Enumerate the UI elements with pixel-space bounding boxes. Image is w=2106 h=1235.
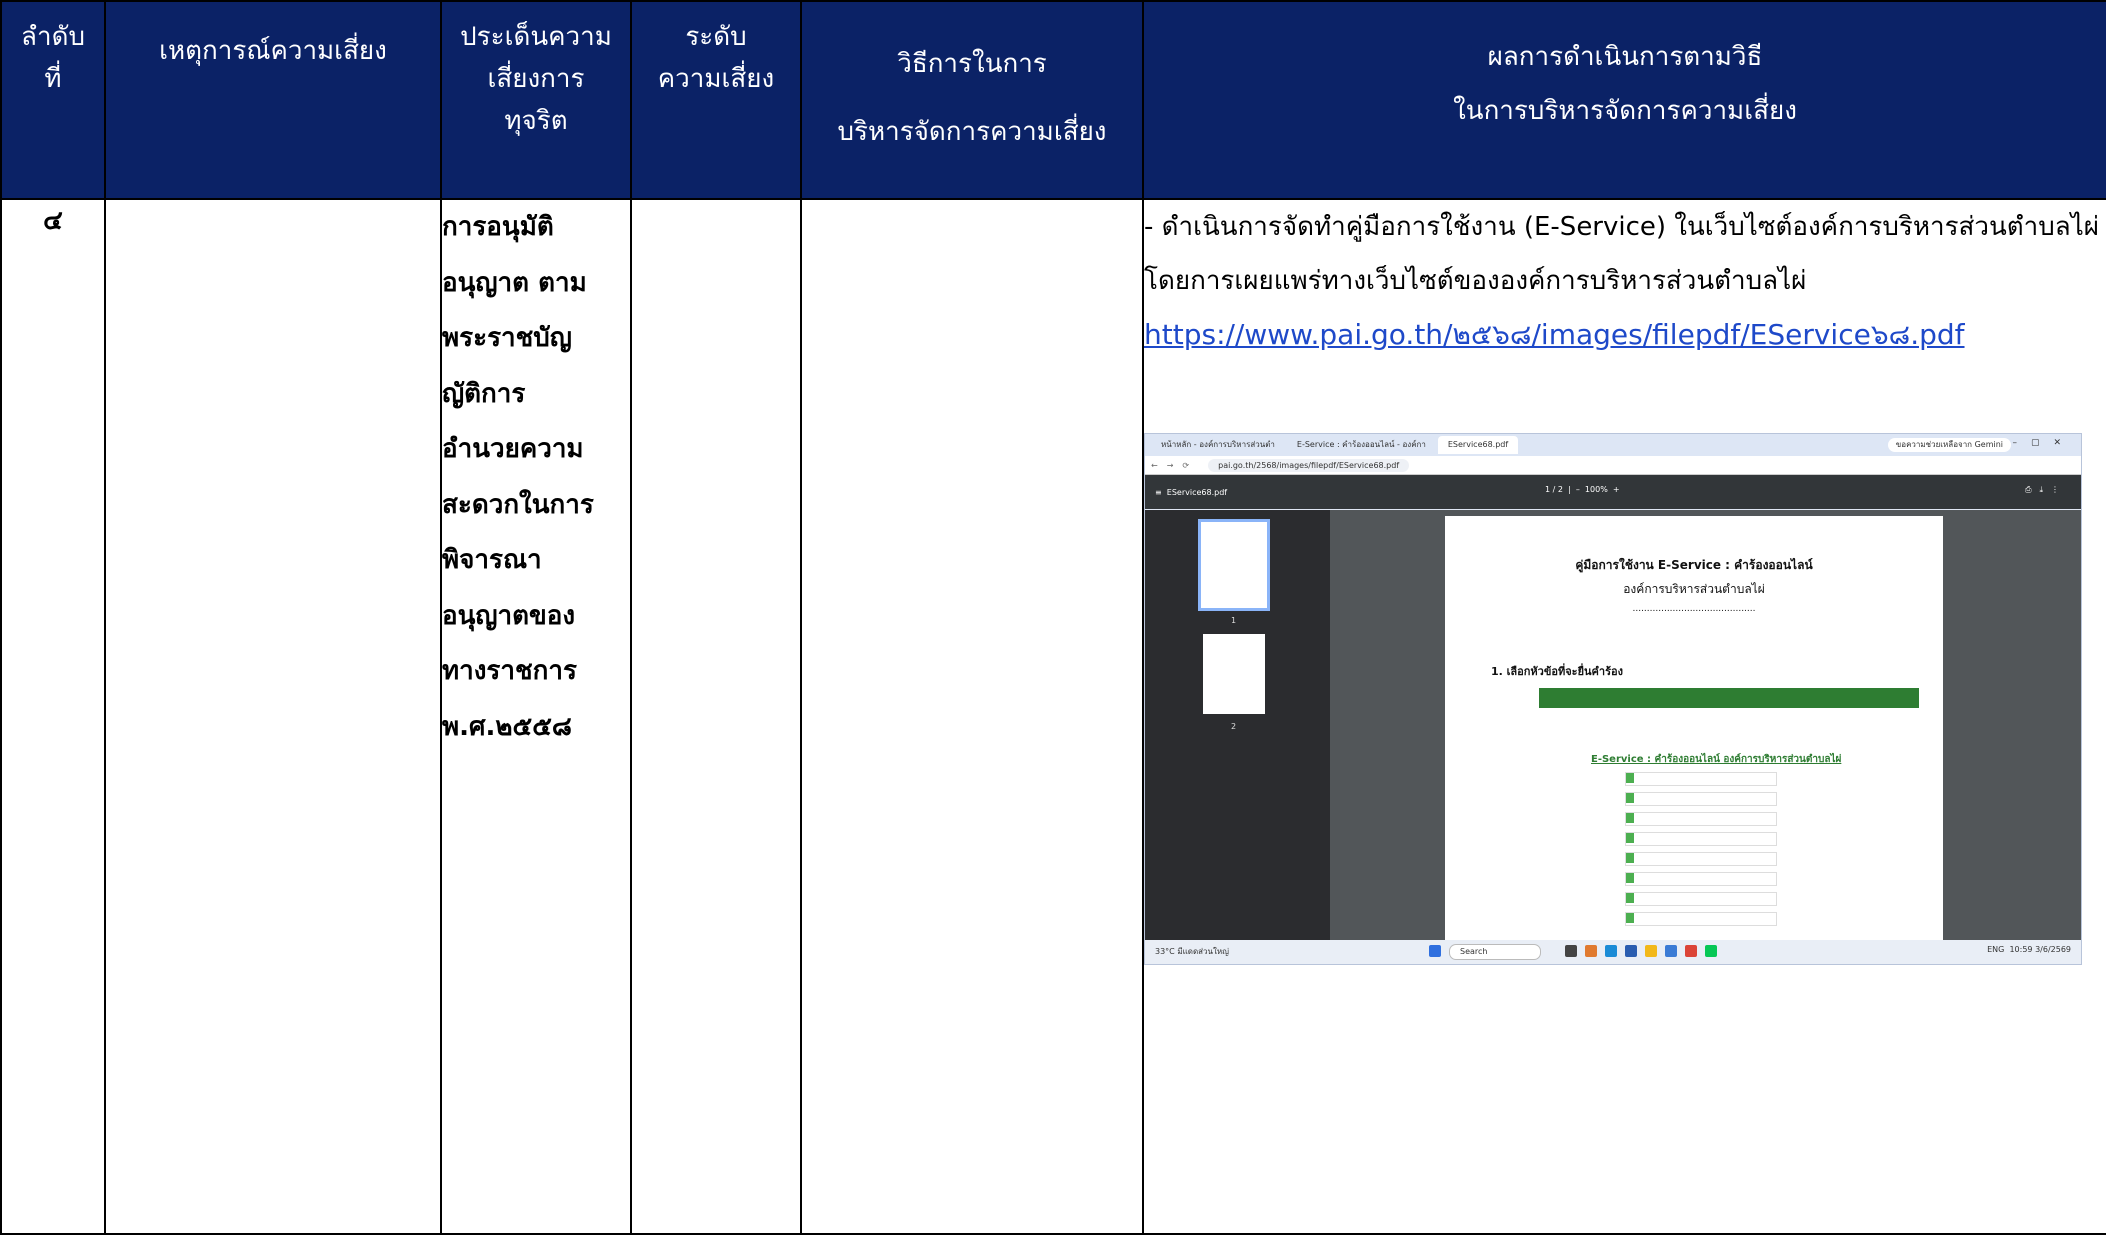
app-icon[interactable] <box>1585 945 1597 957</box>
app-icon[interactable] <box>1625 945 1637 957</box>
start-icon[interactable] <box>1429 945 1441 957</box>
header-risk-level: ระดับ ความเสี่ยง <box>630 0 802 200</box>
header-management-method: วิธีการในการ บริหารจัดการความเสี่ยง <box>800 0 1144 200</box>
address-bar: ←→⟳ pai.go.th/2568/images/filepdf/EServi… <box>1145 456 2081 475</box>
app-icon[interactable] <box>1565 945 1577 957</box>
taskbar-search[interactable]: Search <box>1449 944 1541 960</box>
risk-table: ลำดับ ที่ เหตุการณ์ความเสี่ยง ประเด็นความ… <box>0 0 2106 1235</box>
list-item <box>1625 892 1777 906</box>
list-item <box>1625 812 1777 826</box>
row-method <box>800 198 1144 1235</box>
website-banner <box>1539 688 1919 708</box>
table-row: ๔ การอนุมัติ อนุญาต ตาม พระราชบัญ ญัติการ อำ… <box>0 198 2106 1235</box>
browser-tab-bar: หน้าหลัก - องค์การบริหารส่วนตำ E-Service… <box>1145 434 2081 456</box>
page-thumbnail-1[interactable] <box>1198 519 1270 611</box>
browser-tab-active[interactable]: EService68.pdf <box>1437 436 1519 454</box>
doc-step: 1. เลือกหัวข้อที่จะยื่นคำร้อง <box>1491 665 1623 678</box>
app-icon[interactable] <box>1665 945 1677 957</box>
row-issue: การอนุมัติ อนุญาต ตาม พระราชบัญ ญัติการ อำนว… <box>440 198 632 1235</box>
browser-tab[interactable]: หน้าหลัก - องค์การบริหารส่วนตำ <box>1151 436 1285 454</box>
browser-screenshot: หน้าหลัก - องค์การบริหารส่วนตำ E-Service… <box>1144 433 2082 965</box>
header-risk-event: เหตุการณ์ความเสี่ยง <box>104 0 442 200</box>
chrome-icon[interactable] <box>1685 945 1697 957</box>
zoom-level[interactable]: 100% <box>1585 485 1608 494</box>
gemini-button[interactable]: ขอความช่วยเหลือจาก Gemini <box>1887 438 2011 452</box>
pdf-action-icons[interactable]: ⎙⤓⋮ <box>2025 485 2067 495</box>
taskbar: 33°C มีแดดส่วนใหญ่ Search ENG 10:59 3/6/… <box>1145 940 2081 964</box>
list-item <box>1625 872 1777 886</box>
header-corruption-issue: ประเด็นความ เสี่ยงการ ทุจริต <box>440 0 632 200</box>
eservice-heading: E-Service : คำร้องออนไลน์ องค์การบริหารส… <box>1591 754 1842 765</box>
menu-icon[interactable]: ≡ <box>1155 488 1167 497</box>
pdf-filename: EService68.pdf <box>1166 487 1228 497</box>
list-item <box>1625 852 1777 866</box>
row-result: - ดำเนินการจัดทำคู่มือการใช้งาน (E-Servi… <box>1142 198 2106 1235</box>
result-text-line: - ดำเนินการจัดทำคู่มือการใช้งาน (E-Servi… <box>1144 212 2100 242</box>
header-results: ผลการดำเนินการตามวิธี ในการบริหารจัดการคว… <box>1142 0 2106 200</box>
result-text-line: โดยการเผยแพร่ทางเว็บไซต์ขององค์การบริหาร… <box>1144 266 1807 296</box>
row-event <box>104 198 442 1235</box>
browser-tab[interactable]: E-Service : คำร้องออนไลน์ - องค์กา <box>1287 436 1436 454</box>
list-item <box>1625 772 1777 786</box>
header-row: ลำดับ ที่ เหตุการณ์ความเสี่ยง ประเด็นความ… <box>0 0 2106 200</box>
page-indicator: 1 / 2 <box>1545 485 1563 494</box>
url-text[interactable]: pai.go.th/2568/images/filepdf/EService68… <box>1208 458 1410 472</box>
window-controls[interactable]: –▢✕ <box>2012 438 2075 448</box>
row-level <box>630 198 802 1235</box>
row-number: ๔ <box>0 198 106 1235</box>
pdf-viewer: 1 2 คู่มือการใช้งาน E-Service : คำร้องออ… <box>1145 510 2081 940</box>
system-tray[interactable]: ENG 10:59 3/6/2569 <box>1987 945 2071 954</box>
weather-widget[interactable]: 33°C มีแดดส่วนใหญ่ <box>1155 945 1229 958</box>
doc-title: คู่มือการใช้งาน E-Service : คำร้องออนไลน… <box>1575 558 1813 572</box>
line-icon[interactable] <box>1705 945 1717 957</box>
doc-subtitle: องค์การบริหารส่วนตำบลไผ่ <box>1623 582 1765 596</box>
list-item <box>1625 792 1777 806</box>
folder-icon[interactable] <box>1645 945 1657 957</box>
page-thumbnail-2[interactable] <box>1203 634 1265 714</box>
eservice-pdf-link[interactable]: https://www.pai.go.th/๒๕๖๘/images/filepd… <box>1144 318 1965 351</box>
thumbnail-panel: 1 2 <box>1145 510 1330 940</box>
nav-arrows-icon[interactable]: ←→⟳ <box>1151 461 1198 470</box>
doc-dots: ........................................… <box>1632 604 1756 614</box>
list-item <box>1625 912 1777 926</box>
list-item <box>1625 832 1777 846</box>
edge-icon[interactable] <box>1605 945 1617 957</box>
header-sequence: ลำดับ ที่ <box>0 0 106 200</box>
pdf-toolbar: ≡ EService68.pdf 1 / 2 | – 100% + ⎙⤓⋮ <box>1145 475 2081 509</box>
pdf-page: คู่มือการใช้งาน E-Service : คำร้องออนไลน… <box>1445 516 1943 940</box>
